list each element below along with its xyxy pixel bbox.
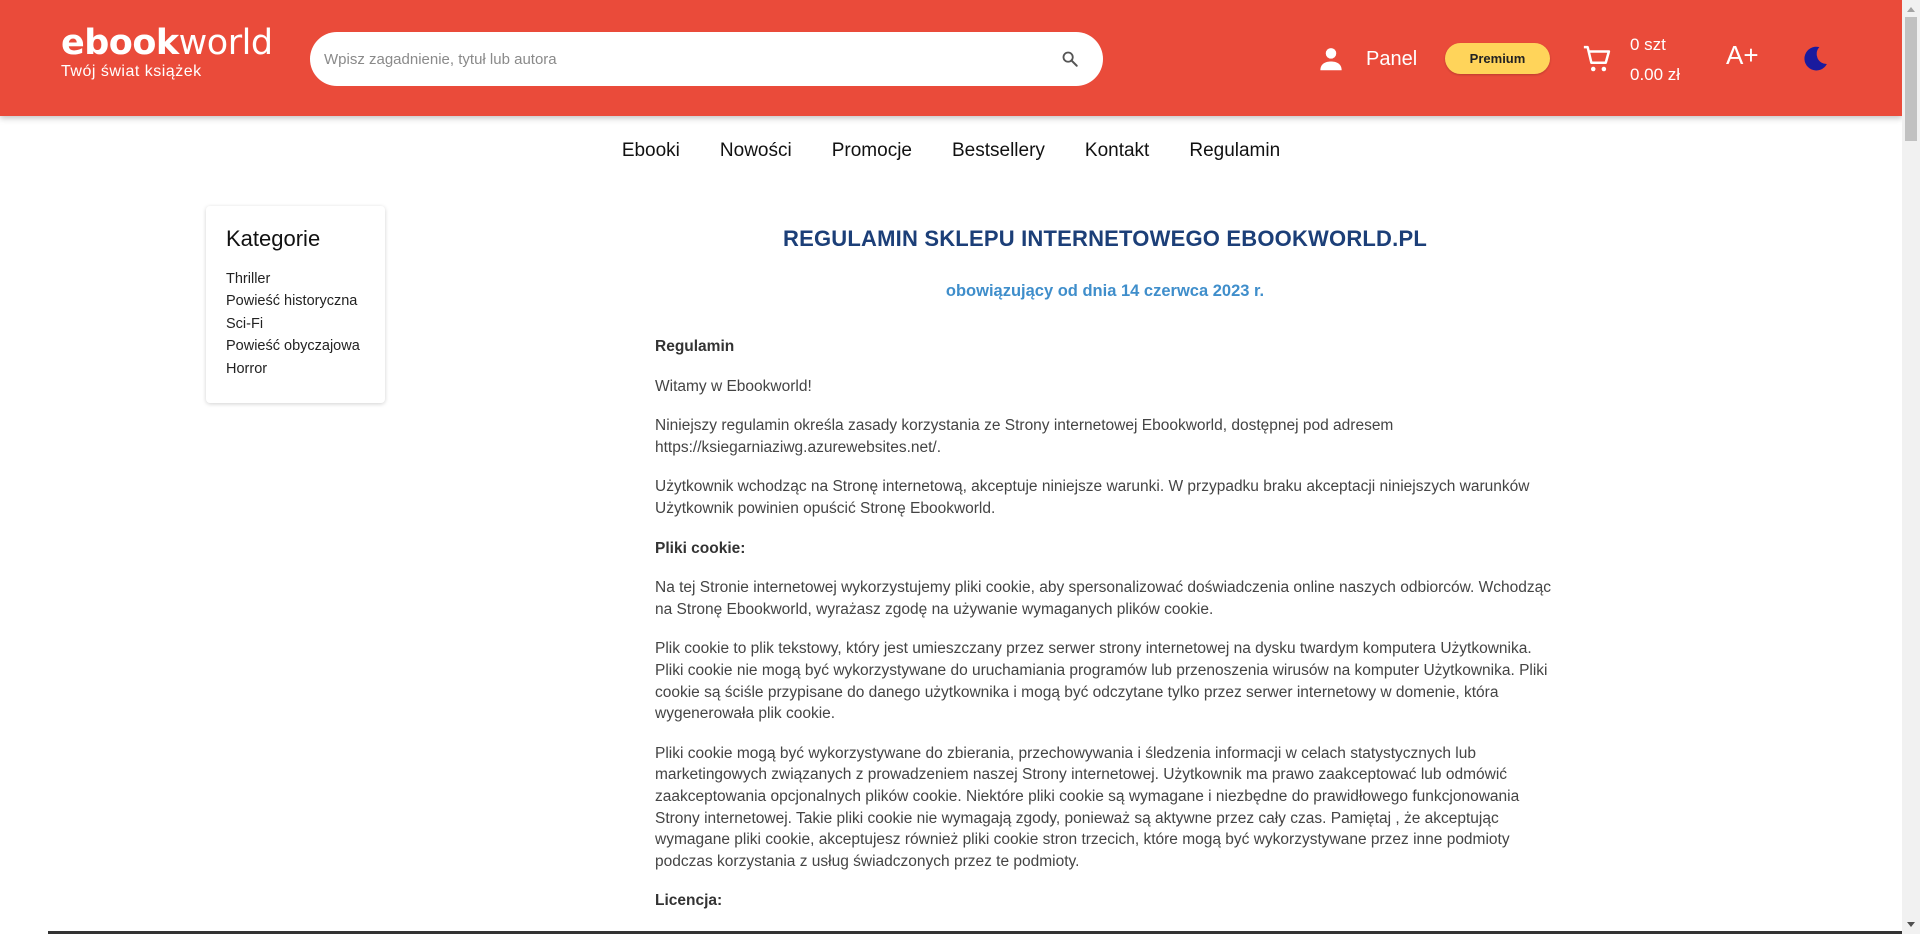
top-bar: ebookworld Twój świat książek Panel Prem…	[0, 0, 1902, 116]
panel-button[interactable]: Panel	[1316, 42, 1417, 76]
cart-total: 0.00 zł	[1630, 65, 1681, 84]
paragraph-cookies-definition: Plik cookie to plik tekstowy, który jest…	[655, 640, 1548, 723]
cart-button[interactable]	[1582, 44, 1612, 74]
category-item-powiesc-obyczajowa[interactable]: Powieść obyczajowa	[226, 335, 365, 357]
section-heading-cookies: Pliki cookie:	[655, 539, 746, 557]
section-heading-regulamin: Regulamin	[655, 338, 735, 355]
categories-panel: Kategorie Thriller Powieść historyczna S…	[206, 206, 385, 403]
nav-item-ebooki[interactable]: Ebooki	[602, 140, 700, 162]
premium-button[interactable]: Premium	[1445, 43, 1550, 74]
search-bar	[310, 32, 1103, 86]
paragraph-acceptance: Użytkownik wchodząc na Stronę internetow…	[655, 478, 1530, 517]
categories-list: Thriller Powieść historyczna Sci-Fi Powi…	[226, 268, 365, 380]
font-size-button[interactable]: A+	[1726, 40, 1759, 71]
panel-label: Panel	[1366, 47, 1418, 70]
section-heading-license: Licencja:	[655, 892, 723, 910]
terms-content: REGULAMIN SKLEPU INTERNETOWEGO EBOOKWORL…	[655, 226, 1555, 930]
nav-item-bestsellery[interactable]: Bestsellery	[932, 140, 1065, 162]
paragraph-cookies-usage: Pliki cookie mogą być wykorzystywane do …	[655, 744, 1520, 870]
paragraph-cookies-intro: Na tej Stronie internetowej wykorzystuje…	[655, 579, 1551, 618]
nav-item-promocje[interactable]: Promocje	[812, 140, 932, 162]
category-item-sci-fi[interactable]: Sci-Fi	[226, 313, 365, 335]
scroll-down-arrow-icon[interactable]	[1902, 916, 1920, 934]
paragraph-scope: Niniejszy regulamin określa zasady korzy…	[655, 417, 1394, 456]
paragraph-welcome: Witamy w Ebookworld!	[655, 377, 812, 395]
logo[interactable]: ebookworld Twój świat książek	[61, 22, 273, 81]
vertical-scrollbar[interactable]	[1902, 0, 1920, 934]
page-title: REGULAMIN SKLEPU INTERNETOWEGO EBOOKWORL…	[783, 226, 1427, 251]
main-nav: Ebooki Nowości Promocje Bestsellery Kont…	[0, 140, 1902, 162]
page-subtitle: obowiązujący od dnia 14 czerwca 2023 r.	[945, 282, 1265, 300]
logo-tagline: Twój świat książek	[61, 63, 202, 80]
nav-item-kontakt[interactable]: Kontakt	[1065, 140, 1169, 162]
nav-item-nowosci[interactable]: Nowości	[700, 140, 812, 162]
scrollbar-thumb[interactable]	[1905, 17, 1917, 141]
category-item-horror[interactable]: Horror	[226, 358, 365, 380]
cart-icon	[1583, 45, 1611, 72]
logo-light-text: world	[178, 23, 273, 63]
terms-body: Regulamin Witamy w Ebookworld! Niniejszy…	[655, 336, 1555, 912]
moon-icon	[1804, 46, 1827, 71]
category-item-thriller[interactable]: Thriller	[226, 268, 365, 290]
user-icon	[1320, 48, 1342, 71]
page: ebookworld Twój świat książek Panel Prem…	[0, 0, 1920, 934]
categories-title: Kategorie	[226, 226, 321, 251]
scroll-up-arrow-icon[interactable]	[1902, 0, 1920, 18]
theme-toggle-button[interactable]	[1800, 44, 1830, 74]
cart-summary[interactable]: 0 szt 0.00 zł	[1630, 30, 1680, 90]
search-icon	[1062, 51, 1078, 67]
search-button[interactable]	[1057, 46, 1083, 72]
category-item-powiesc-historyczna[interactable]: Powieść historyczna	[226, 290, 365, 312]
search-input[interactable]	[324, 32, 1024, 86]
nav-item-regulamin[interactable]: Regulamin	[1169, 140, 1300, 162]
logo-bold-text: ebook	[61, 23, 179, 63]
cart-count: 0 szt	[1630, 35, 1666, 54]
logo-text: ebookworld	[61, 22, 273, 64]
